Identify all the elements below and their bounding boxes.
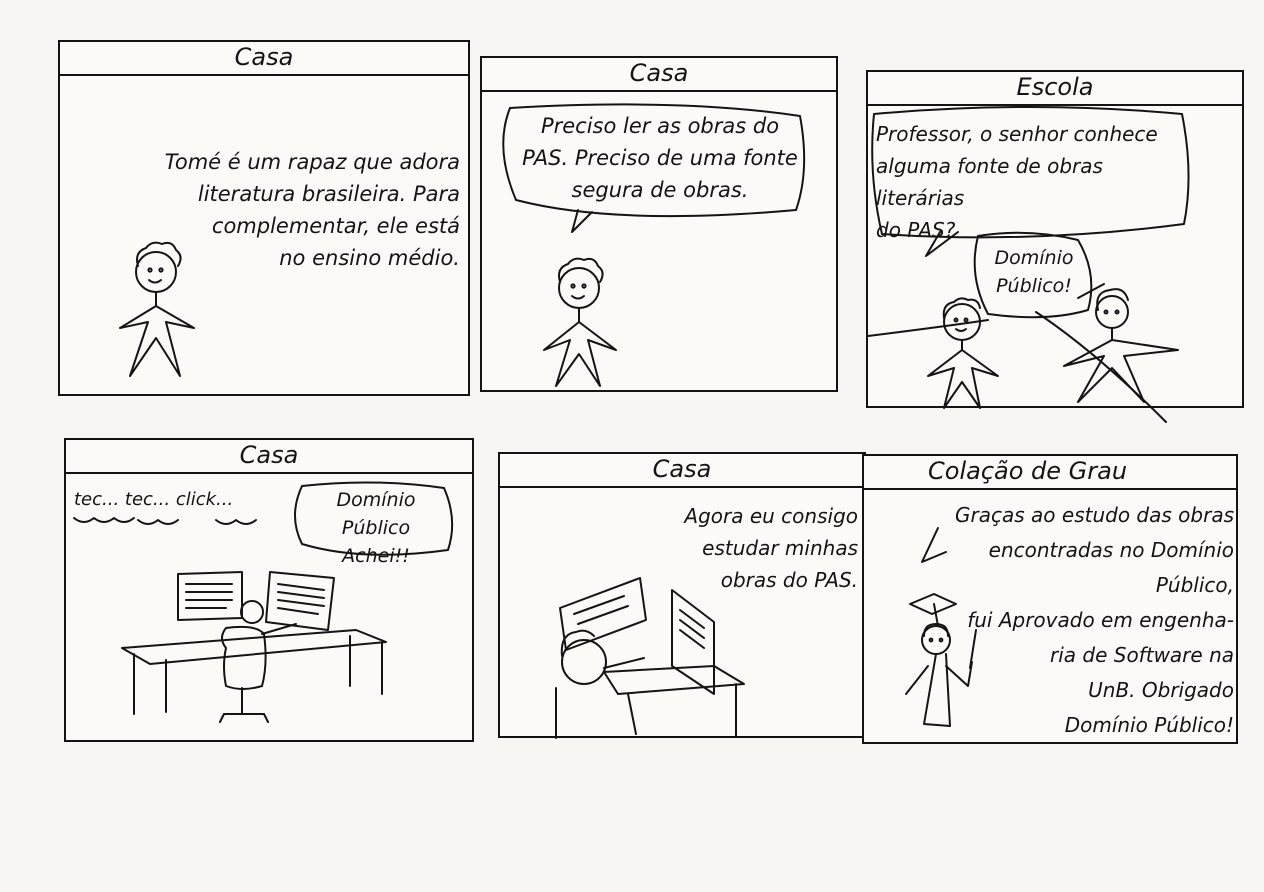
- boy-figure: [543, 257, 617, 387]
- panel-4-title: Casa: [66, 440, 472, 474]
- panel-3-body: Professor, o senhor conhece alguma fonte…: [867, 106, 1242, 423]
- comic-panel-6: Colação de Grau Graças ao estudo das obr…: [862, 454, 1238, 744]
- panel-4-body: tec... tec... click... Domínio Público A…: [66, 474, 472, 740]
- panel-3-title: Escola: [868, 72, 1242, 106]
- panel-5-title: Casa: [500, 454, 864, 488]
- computer-desk: [121, 571, 387, 723]
- panel-2-title: Casa: [482, 58, 836, 92]
- panel-1-body: Tomé é um rapaz que adora literatura bra…: [60, 76, 468, 394]
- comic-panel-3: Escola Professor, o senhor conhece algum…: [866, 70, 1244, 423]
- classroom-figures: [867, 288, 1179, 423]
- comic-panel-5: Casa Agora eu consigo estudar minhas obr…: [498, 452, 866, 739]
- boy-figure: [119, 241, 195, 377]
- comic-panel-2: Casa Preciso ler as obras do PAS. Precis…: [480, 56, 838, 392]
- panel-5-body: Agora eu consigo estudar minhas obras do…: [500, 488, 864, 739]
- panel-2-body: Preciso ler as obras do PAS. Preciso de …: [482, 92, 836, 390]
- comic-panel-4: Casa tec... tec... click... Domínio Públ…: [64, 438, 474, 742]
- panel-6-title: Colação de Grau: [864, 456, 1236, 490]
- studying-scene: [555, 577, 745, 739]
- graduate-figure: [905, 593, 977, 727]
- comic-panel-1: Casa Tomé é um rapaz que adora literatur…: [58, 40, 470, 396]
- panel-6-body: Graças ao estudo das obras encontradas n…: [864, 490, 1236, 742]
- panel-1-title: Casa: [60, 42, 468, 76]
